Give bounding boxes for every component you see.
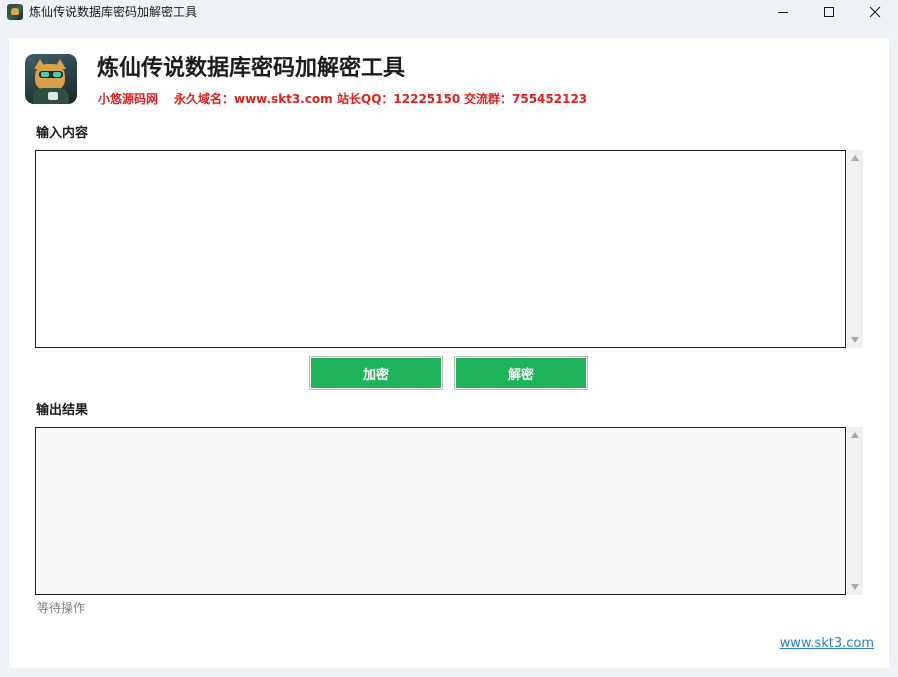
decrypt-button[interactable]: 解密: [454, 356, 588, 390]
encrypt-button[interactable]: 加密: [309, 356, 443, 390]
domain-text: 永久域名：www.skt3.com: [174, 92, 333, 106]
maximize-button[interactable]: [806, 0, 852, 25]
qq-text: 站长QQ：12225150: [337, 92, 461, 106]
output-textarea[interactable]: [35, 427, 846, 595]
cat-logo-icon: [25, 54, 77, 104]
website-link[interactable]: www.skt3.com: [780, 636, 874, 652]
maximize-icon: [824, 7, 834, 17]
scroll-down-icon[interactable]: [851, 584, 859, 590]
close-icon: [869, 6, 881, 18]
minimize-button[interactable]: [760, 0, 806, 25]
input-label: 输入内容: [36, 126, 89, 141]
group-text: 交流群：755452123: [464, 92, 588, 106]
input-textarea[interactable]: [35, 150, 846, 348]
title-bar: 炼仙传说数据库密码加解密工具: [0, 0, 898, 25]
status-text: 等待操作: [37, 601, 86, 615]
scroll-up-icon[interactable]: [851, 432, 859, 438]
output-label: 输出结果: [36, 403, 89, 418]
app-icon: [7, 4, 23, 20]
output-scrollbar[interactable]: [847, 427, 863, 595]
site-name-text: 小悠源码网: [98, 92, 159, 106]
scroll-up-icon[interactable]: [851, 155, 859, 161]
minimize-icon: [778, 12, 788, 13]
scroll-down-icon[interactable]: [851, 337, 859, 343]
input-scrollbar[interactable]: [847, 150, 863, 348]
close-button[interactable]: [852, 0, 898, 25]
page-title: 炼仙传说数据库密码加解密工具: [97, 56, 406, 81]
window-title: 炼仙传说数据库密码加解密工具: [29, 5, 198, 19]
main-panel: 炼仙传说数据库密码加解密工具 小悠源码网 永久域名：www.skt3.com 站…: [9, 38, 889, 668]
